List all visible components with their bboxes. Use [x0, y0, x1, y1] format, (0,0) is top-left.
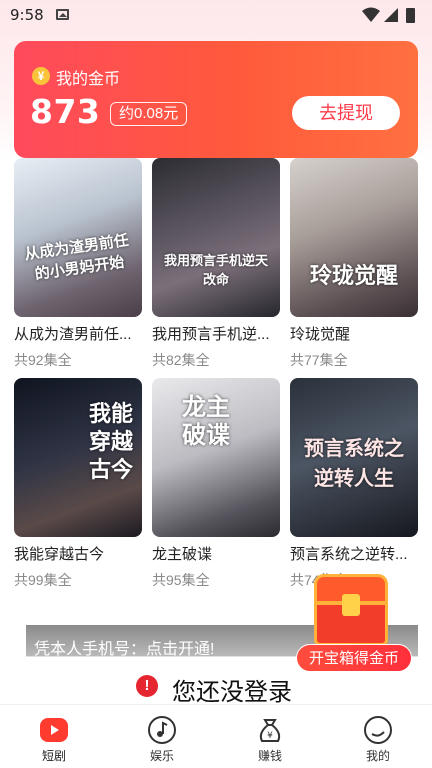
signal-icon [384, 8, 398, 22]
drama-episodes: 共82集全 [152, 352, 210, 368]
coin-card-title: 我的金币 [56, 71, 121, 88]
drama-episodes: 共77集全 [290, 352, 348, 368]
poster-title: 从成为渣男前任的小男妈开始 [23, 231, 130, 284]
battery-icon [406, 8, 415, 23]
treasure-chest-button[interactable]: 开宝箱得金币 [296, 560, 414, 676]
drama-title[interactable]: 玲珑觉醒 [290, 323, 418, 344]
status-bar: 9:58 [0, 0, 432, 32]
tab-earn-money[interactable]: ¥ 赚钱 [216, 705, 324, 768]
drama-poster[interactable]: 龙主破谍 [152, 378, 280, 537]
login-prompt-text[interactable]: 您还没登录 [172, 672, 292, 707]
drama-card[interactable]: 玲珑觉醒 玲珑觉醒 共77集全 [290, 158, 418, 370]
drama-title[interactable]: 从成为渣男前任... [14, 323, 142, 344]
tab-label: 短剧 [41, 749, 66, 763]
drama-title[interactable]: 我用预言手机逆... [152, 323, 280, 344]
bottom-tab-bar: 短剧 娱乐 ¥ 赚钱 我的 [0, 704, 432, 768]
music-icon [148, 716, 176, 744]
phone-activation-text[interactable]: 凭本人手机号：点击开通! [34, 635, 214, 659]
svg-text:¥: ¥ [267, 731, 273, 741]
tab-entertainment[interactable]: 娱乐 [108, 705, 216, 768]
profile-icon [364, 716, 392, 744]
coin-icon: ¥ [32, 67, 50, 85]
status-icons [362, 7, 422, 23]
treasure-chest-icon [314, 574, 388, 648]
tab-label: 我的 [365, 749, 390, 763]
withdraw-button[interactable]: 去提现 [292, 96, 400, 130]
poster-title: 我用预言手机逆天改命 [163, 253, 268, 287]
coin-approx-value: 约0.08元 [110, 102, 188, 126]
tab-profile[interactable]: 我的 [324, 705, 432, 768]
drama-episodes: 共99集全 [14, 572, 72, 588]
wifi-icon [362, 7, 380, 22]
tab-label: 娱乐 [149, 749, 174, 763]
alert-icon: ! [136, 675, 158, 697]
money-bag-icon: ¥ [259, 719, 281, 742]
drama-card[interactable]: 龙主破谍 龙主破谍 共95集全 [152, 378, 280, 590]
drama-poster[interactable]: 从成为渣男前任的小男妈开始 [14, 158, 142, 317]
drama-episodes: 共95集全 [152, 572, 210, 588]
drama-poster[interactable]: 玲珑觉醒 [290, 158, 418, 317]
poster-title: 我能穿越古今 [88, 401, 133, 482]
image-notification-icon [56, 9, 69, 20]
tab-short-drama[interactable]: 短剧 [0, 705, 108, 768]
chest-lock [342, 594, 360, 616]
drama-card[interactable]: 从成为渣男前任的小男妈开始 从成为渣男前任... 共92集全 [14, 158, 142, 370]
coin-card: ¥ 我的金币 873 约0.08元 去提现 [14, 41, 418, 158]
drama-poster[interactable]: 我用预言手机逆天改命 [152, 158, 280, 317]
drama-card[interactable]: 预言系统之逆转人生 预言系统之逆转... 共74集全 [290, 378, 418, 590]
drama-card[interactable]: 我用预言手机逆天改命 我用预言手机逆... 共82集全 [152, 158, 280, 370]
drama-title[interactable]: 我能穿越古今 [14, 543, 142, 564]
coin-amount: 873 [30, 92, 101, 131]
treasure-chest-label[interactable]: 开宝箱得金币 [296, 644, 412, 672]
drama-poster[interactable]: 我能穿越古今 [14, 378, 142, 537]
drama-card[interactable]: 我能穿越古今 我能穿越古今 共99集全 [14, 378, 142, 590]
drama-title[interactable]: 龙主破谍 [152, 543, 280, 564]
drama-poster[interactable]: 预言系统之逆转人生 [290, 378, 418, 537]
drama-episodes: 共92集全 [14, 352, 72, 368]
poster-title: 玲珑觉醒 [309, 263, 398, 288]
play-icon [40, 718, 68, 742]
status-time: 9:58 [10, 6, 44, 24]
poster-title: 预言系统之逆转人生 [304, 438, 404, 490]
tab-label: 赚钱 [257, 749, 282, 763]
poster-title: 龙主破谍 [182, 394, 230, 449]
